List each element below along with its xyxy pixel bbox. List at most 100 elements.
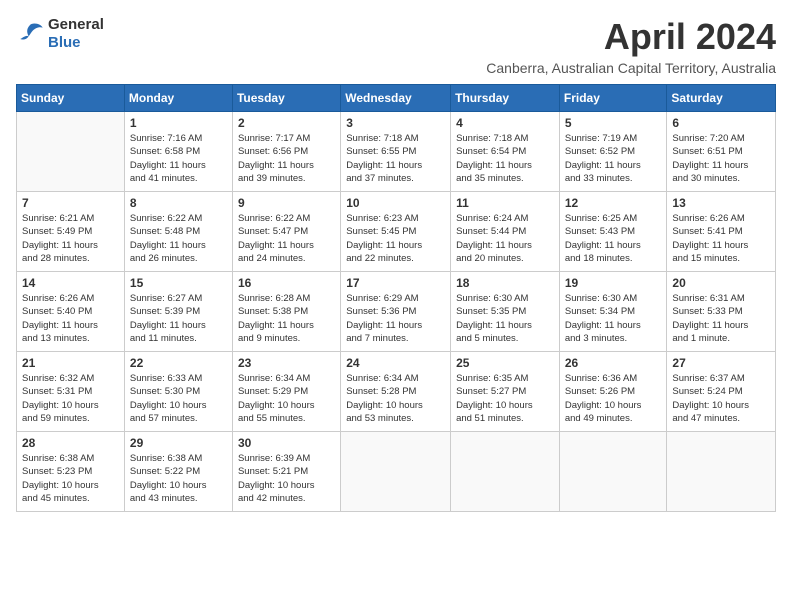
calendar-cell	[341, 432, 451, 512]
weekday-header-thursday: Thursday	[451, 85, 560, 112]
month-title: April 2024	[486, 16, 776, 58]
logo-blue: Blue	[48, 34, 81, 51]
weekday-header-row: SundayMondayTuesdayWednesdayThursdayFrid…	[17, 85, 776, 112]
day-info: Sunrise: 6:34 AM Sunset: 5:28 PM Dayligh…	[346, 372, 445, 425]
day-info: Sunrise: 6:29 AM Sunset: 5:36 PM Dayligh…	[346, 292, 445, 345]
logo: General Blue	[16, 16, 104, 52]
calendar-cell: 16 Sunrise: 6:28 AM Sunset: 5:38 PM Dayli…	[232, 272, 340, 352]
calendar-cell: 12 Sunrise: 6:25 AM Sunset: 5:43 PM Dayli…	[559, 192, 667, 272]
weekday-header-saturday: Saturday	[667, 85, 776, 112]
calendar-cell	[667, 432, 776, 512]
calendar-cell	[17, 112, 125, 192]
day-number: 11	[456, 196, 554, 210]
calendar-cell: 7 Sunrise: 6:21 AM Sunset: 5:49 PM Daylig…	[17, 192, 125, 272]
day-info: Sunrise: 6:28 AM Sunset: 5:38 PM Dayligh…	[238, 292, 335, 345]
weekday-header-wednesday: Wednesday	[341, 85, 451, 112]
weekday-header-tuesday: Tuesday	[232, 85, 340, 112]
week-row-3: 14 Sunrise: 6:26 AM Sunset: 5:40 PM Dayli…	[17, 272, 776, 352]
day-number: 27	[672, 356, 770, 370]
day-number: 30	[238, 436, 335, 450]
calendar-cell: 10 Sunrise: 6:23 AM Sunset: 5:45 PM Dayli…	[341, 192, 451, 272]
day-number: 19	[565, 276, 662, 290]
day-info: Sunrise: 6:31 AM Sunset: 5:33 PM Dayligh…	[672, 292, 770, 345]
day-info: Sunrise: 6:27 AM Sunset: 5:39 PM Dayligh…	[130, 292, 227, 345]
calendar-table: SundayMondayTuesdayWednesdayThursdayFrid…	[16, 84, 776, 512]
day-number: 2	[238, 116, 335, 130]
day-number: 28	[22, 436, 119, 450]
day-number: 8	[130, 196, 227, 210]
day-info: Sunrise: 7:20 AM Sunset: 6:51 PM Dayligh…	[672, 132, 770, 185]
calendar-cell: 4 Sunrise: 7:18 AM Sunset: 6:54 PM Daylig…	[451, 112, 560, 192]
title-area: April 2024 Canberra, Australian Capital …	[486, 16, 776, 76]
day-info: Sunrise: 6:38 AM Sunset: 5:22 PM Dayligh…	[130, 452, 227, 505]
calendar-cell: 14 Sunrise: 6:26 AM Sunset: 5:40 PM Dayli…	[17, 272, 125, 352]
day-number: 7	[22, 196, 119, 210]
weekday-header-friday: Friday	[559, 85, 667, 112]
day-info: Sunrise: 6:26 AM Sunset: 5:40 PM Dayligh…	[22, 292, 119, 345]
week-row-1: 1 Sunrise: 7:16 AM Sunset: 6:58 PM Daylig…	[17, 112, 776, 192]
day-info: Sunrise: 6:34 AM Sunset: 5:29 PM Dayligh…	[238, 372, 335, 425]
calendar-cell: 13Sunrise: 6:26 AM Sunset: 5:41 PM Dayli…	[667, 192, 776, 272]
day-number: 12	[565, 196, 662, 210]
day-info: Sunrise: 6:21 AM Sunset: 5:49 PM Dayligh…	[22, 212, 119, 265]
calendar-cell: 17 Sunrise: 6:29 AM Sunset: 5:36 PM Dayli…	[341, 272, 451, 352]
calendar-cell	[559, 432, 667, 512]
calendar-cell: 2 Sunrise: 7:17 AM Sunset: 6:56 PM Daylig…	[232, 112, 340, 192]
day-info: Sunrise: 7:17 AM Sunset: 6:56 PM Dayligh…	[238, 132, 335, 185]
calendar-cell: 8Sunrise: 6:22 AM Sunset: 5:48 PM Daylig…	[124, 192, 232, 272]
day-number: 14	[22, 276, 119, 290]
calendar-cell: 20 Sunrise: 6:31 AM Sunset: 5:33 PM Dayli…	[667, 272, 776, 352]
location-subtitle: Canberra, Australian Capital Territory, …	[486, 60, 776, 76]
calendar-cell: 30 Sunrise: 6:39 AM Sunset: 5:21 PM Dayli…	[232, 432, 340, 512]
calendar-cell: 3Sunrise: 7:18 AM Sunset: 6:55 PM Daylig…	[341, 112, 451, 192]
day-number: 29	[130, 436, 227, 450]
calendar-cell: 18Sunrise: 6:30 AM Sunset: 5:35 PM Dayli…	[451, 272, 560, 352]
calendar-cell: 19 Sunrise: 6:30 AM Sunset: 5:34 PM Dayli…	[559, 272, 667, 352]
day-number: 16	[238, 276, 335, 290]
day-number: 10	[346, 196, 445, 210]
day-info: Sunrise: 6:32 AM Sunset: 5:31 PM Dayligh…	[22, 372, 119, 425]
day-info: Sunrise: 7:16 AM Sunset: 6:58 PM Dayligh…	[130, 132, 227, 185]
calendar-cell: 11 Sunrise: 6:24 AM Sunset: 5:44 PM Dayli…	[451, 192, 560, 272]
day-number: 18	[456, 276, 554, 290]
logo-icon	[16, 22, 44, 47]
day-info: Sunrise: 6:37 AM Sunset: 5:24 PM Dayligh…	[672, 372, 770, 425]
calendar-cell: 26 Sunrise: 6:36 AM Sunset: 5:26 PM Dayli…	[559, 352, 667, 432]
header: General Blue April 2024 Canberra, Austra…	[16, 16, 776, 76]
day-info: Sunrise: 6:24 AM Sunset: 5:44 PM Dayligh…	[456, 212, 554, 265]
day-number: 17	[346, 276, 445, 290]
day-number: 23	[238, 356, 335, 370]
calendar-cell	[451, 432, 560, 512]
calendar-cell: 23 Sunrise: 6:34 AM Sunset: 5:29 PM Dayli…	[232, 352, 340, 432]
day-number: 20	[672, 276, 770, 290]
calendar-cell: 25Sunrise: 6:35 AM Sunset: 5:27 PM Dayli…	[451, 352, 560, 432]
calendar-cell: 22Sunrise: 6:33 AM Sunset: 5:30 PM Dayli…	[124, 352, 232, 432]
calendar-cell: 24 Sunrise: 6:34 AM Sunset: 5:28 PM Dayli…	[341, 352, 451, 432]
weekday-header-monday: Monday	[124, 85, 232, 112]
day-number: 25	[456, 356, 554, 370]
day-info: Sunrise: 7:18 AM Sunset: 6:54 PM Dayligh…	[456, 132, 554, 185]
day-number: 22	[130, 356, 227, 370]
day-number: 5	[565, 116, 662, 130]
day-number: 26	[565, 356, 662, 370]
day-info: Sunrise: 6:23 AM Sunset: 5:45 PM Dayligh…	[346, 212, 445, 265]
day-info: Sunrise: 7:18 AM Sunset: 6:55 PM Dayligh…	[346, 132, 445, 185]
day-info: Sunrise: 6:22 AM Sunset: 5:47 PM Dayligh…	[238, 212, 335, 265]
day-info: Sunrise: 6:25 AM Sunset: 5:43 PM Dayligh…	[565, 212, 662, 265]
day-info: Sunrise: 6:39 AM Sunset: 5:21 PM Dayligh…	[238, 452, 335, 505]
calendar-cell: 29 Sunrise: 6:38 AM Sunset: 5:22 PM Dayli…	[124, 432, 232, 512]
calendar-cell: 21Sunrise: 6:32 AM Sunset: 5:31 PM Dayli…	[17, 352, 125, 432]
weekday-header-sunday: Sunday	[17, 85, 125, 112]
day-info: Sunrise: 6:36 AM Sunset: 5:26 PM Dayligh…	[565, 372, 662, 425]
day-number: 6	[672, 116, 770, 130]
day-number: 15	[130, 276, 227, 290]
day-number: 24	[346, 356, 445, 370]
day-number: 1	[130, 116, 227, 130]
day-info: Sunrise: 6:30 AM Sunset: 5:34 PM Dayligh…	[565, 292, 662, 345]
calendar-cell: 28 Sunrise: 6:38 AM Sunset: 5:23 PM Dayli…	[17, 432, 125, 512]
day-info: Sunrise: 6:38 AM Sunset: 5:23 PM Dayligh…	[22, 452, 119, 505]
day-number: 4	[456, 116, 554, 130]
calendar-cell: 5Sunrise: 7:19 AM Sunset: 6:52 PM Daylig…	[559, 112, 667, 192]
logo-text: General Blue	[48, 16, 104, 52]
logo-general: General	[48, 16, 104, 33]
